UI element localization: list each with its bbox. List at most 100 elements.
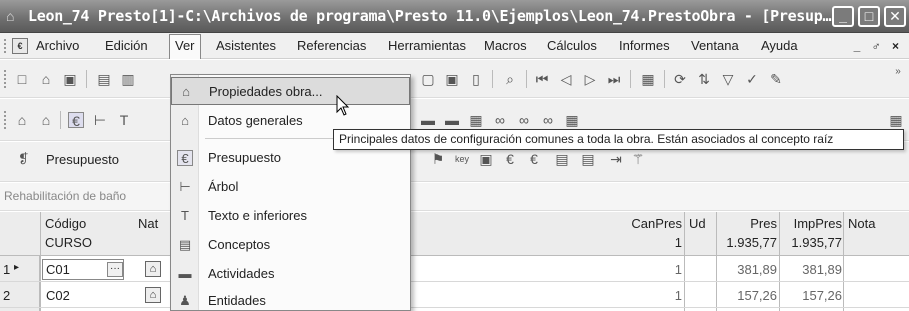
- row-pres[interactable]: 157,26: [718, 288, 777, 303]
- link-icon[interactable]: ∞: [516, 112, 532, 128]
- row-canpres[interactable]: 1: [610, 288, 682, 303]
- table-icon[interactable]: ▦: [888, 112, 904, 128]
- menu-item-entidades[interactable]: ♟ Entidades: [171, 287, 410, 311]
- menu-edicion[interactable]: Edición: [105, 38, 148, 53]
- tooltip: Principales datos de configuración comun…: [333, 129, 904, 150]
- mdi-window-controls[interactable]: _ ♂ ×: [854, 39, 903, 53]
- table-icon[interactable]: ▤: [554, 151, 570, 167]
- search-icon[interactable]: ⌕: [502, 71, 518, 87]
- table-row[interactable]: 2 C02 ⌂ 1 157,26 157,26: [0, 283, 909, 308]
- row-pres[interactable]: 381,89: [718, 262, 777, 277]
- header-ud[interactable]: Ud: [689, 216, 706, 231]
- ellipsis-button[interactable]: ···: [107, 262, 123, 277]
- delete-icon[interactable]: ▯: [468, 71, 484, 87]
- format-icon[interactable]: ✎: [768, 71, 784, 87]
- last-record-icon[interactable]: ⏭: [606, 71, 622, 87]
- toolbar-grip[interactable]: [4, 111, 7, 129]
- menubar-grip[interactable]: [4, 39, 7, 53]
- header-nat[interactable]: Nat: [138, 216, 158, 231]
- window-title: Leon_74 Presto[1]-C:\Archivos de program…: [28, 7, 832, 25]
- euro-list-icon[interactable]: €: [502, 151, 518, 167]
- row-canpres[interactable]: 1: [610, 262, 682, 277]
- key-icon[interactable]: key: [454, 151, 470, 167]
- breadcrumb: Rehabilitación de baño: [0, 183, 909, 211]
- header-imppres[interactable]: ImpPres: [780, 216, 842, 231]
- sort-icon[interactable]: ⇅: [696, 71, 712, 87]
- copy-icon[interactable]: ▢: [420, 71, 436, 87]
- restore-button[interactable]: □: [858, 6, 880, 27]
- paste-icon[interactable]: ▣: [444, 71, 460, 87]
- grid-icon[interactable]: ▦: [564, 112, 580, 128]
- euro-icon[interactable]: €: [68, 112, 84, 129]
- view-selector[interactable]: ❡ Presupuesto: [18, 149, 119, 169]
- budget-grid: Código CURSO Nat CanPres 1 Ud Pres 1.935…: [0, 212, 909, 311]
- person-icon[interactable]: ⚑: [430, 151, 446, 167]
- print-icon[interactable]: ▥: [120, 71, 136, 87]
- header-pres[interactable]: Pres: [718, 216, 777, 231]
- row-imppres[interactable]: 157,26: [780, 288, 842, 303]
- menu-item-conceptos[interactable]: ▤ Conceptos: [171, 231, 410, 259]
- mouse-cursor-icon: [336, 95, 350, 116]
- close-button[interactable]: ✕: [884, 6, 906, 27]
- menu-item-label: Texto e inferiores: [208, 208, 307, 223]
- toolbar-overflow-icon[interactable]: »: [890, 64, 906, 80]
- menu-ventana[interactable]: Ventana: [691, 38, 739, 53]
- header-canpres[interactable]: CanPres: [610, 216, 682, 231]
- euro-tree-icon[interactable]: €: [526, 151, 542, 167]
- bar-icon[interactable]: ▬: [444, 112, 460, 128]
- menu-item-arbol[interactable]: ⊢ Árbol: [171, 173, 410, 201]
- menu-macros[interactable]: Macros: [484, 38, 527, 53]
- entities-icon: ♟: [179, 293, 191, 308]
- menu-informes[interactable]: Informes: [619, 38, 670, 53]
- bar-icon[interactable]: ▬: [420, 112, 436, 128]
- app-icon[interactable]: ⌂: [6, 8, 22, 24]
- menu-ayuda[interactable]: Ayuda: [761, 38, 798, 53]
- field-icon[interactable]: ▣: [478, 151, 494, 167]
- document-icon[interactable]: €: [12, 38, 28, 54]
- data-icon[interactable]: ⌂: [38, 112, 54, 128]
- save-icon[interactable]: ▣: [62, 71, 78, 87]
- link-icon[interactable]: ∞: [540, 112, 556, 128]
- print-preview-icon[interactable]: ▤: [96, 71, 112, 87]
- open-folder-icon[interactable]: ⌂: [38, 71, 54, 87]
- menu-archivo[interactable]: Archivo: [36, 38, 79, 53]
- next-record-icon[interactable]: ▷: [582, 71, 598, 87]
- house-icon: ⌂: [182, 84, 190, 99]
- table-row[interactable]: 1 ▸ C01 ··· ⌂ 1 381,89 381,89: [0, 257, 909, 282]
- filter-icon[interactable]: ▽: [720, 71, 736, 87]
- menu-bar: € Archivo Edición Ver Asistentes Referen…: [0, 33, 909, 59]
- menu-item-label: Propiedades obra...: [209, 84, 323, 99]
- menu-referencias[interactable]: Referencias: [297, 38, 366, 53]
- window-icon[interactable]: ▦: [640, 71, 656, 87]
- tree-icon[interactable]: ⊢: [92, 112, 108, 128]
- menu-item-texto-inferiores[interactable]: T Texto e inferiores: [171, 202, 410, 230]
- menu-item-actividades[interactable]: ▬ Actividades: [171, 260, 410, 288]
- chart-icon[interactable]: ▦: [468, 112, 484, 128]
- wand-icon[interactable]: ⚚: [630, 151, 646, 167]
- refresh-icon[interactable]: ⟳: [672, 71, 688, 87]
- spellcheck-icon[interactable]: ✓: [744, 71, 760, 87]
- new-file-icon[interactable]: □: [14, 71, 30, 87]
- previous-record-icon[interactable]: ◁: [558, 71, 574, 87]
- menu-herramientas[interactable]: Herramientas: [388, 38, 466, 53]
- menu-calculos[interactable]: Cálculos: [547, 38, 597, 53]
- current-row-marker: ▸: [14, 262, 20, 273]
- row-imppres[interactable]: 381,89: [780, 262, 842, 277]
- table-icon[interactable]: ▤: [580, 151, 596, 167]
- row-code[interactable]: C02: [46, 288, 70, 303]
- toolbar-grip[interactable]: [4, 70, 7, 88]
- outline-icon[interactable]: ⇥: [608, 151, 624, 167]
- tree-icon: ⊢: [179, 179, 191, 194]
- header-nota[interactable]: Nota: [848, 216, 875, 231]
- header-codigo[interactable]: Código: [45, 216, 86, 231]
- row-code[interactable]: C01: [46, 262, 70, 277]
- link-icon[interactable]: ∞: [492, 112, 508, 128]
- menu-item-propiedades-obra[interactable]: ⌂ Propiedades obra...: [171, 77, 410, 105]
- first-record-icon[interactable]: ⏮: [534, 71, 550, 87]
- text-icon[interactable]: T: [116, 112, 132, 128]
- menu-asistentes[interactable]: Asistentes: [216, 38, 276, 53]
- minimize-button[interactable]: _: [832, 6, 854, 27]
- menu-ver[interactable]: Ver: [169, 34, 201, 59]
- toolbar-separator: [630, 70, 631, 88]
- house-icon[interactable]: ⌂: [14, 112, 30, 128]
